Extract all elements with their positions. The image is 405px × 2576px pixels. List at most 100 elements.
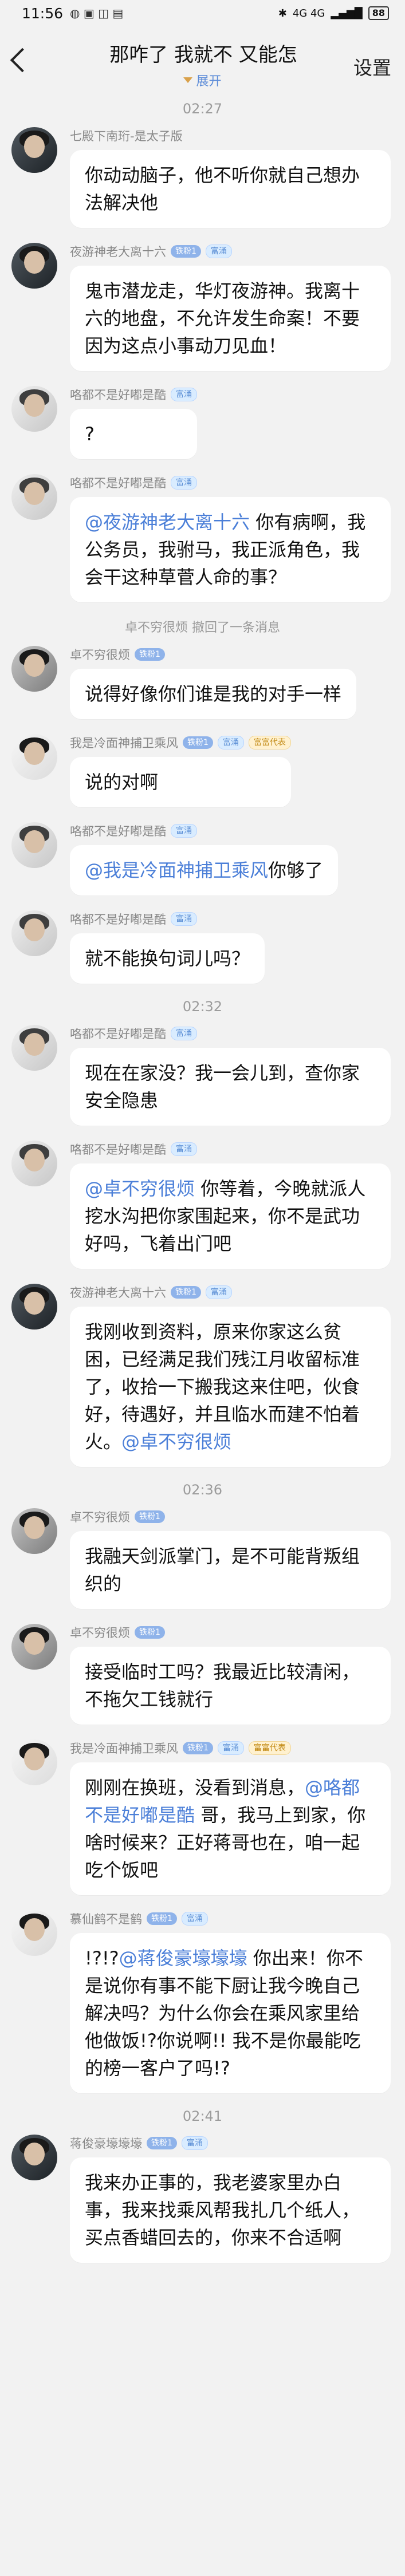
message-meta: 夜游神老大离十六 铁粉1 富涌 <box>70 243 391 260</box>
sender-name[interactable]: 卓不穷很烦 <box>70 1508 130 1525</box>
sender-name[interactable]: 卓不穷很烦 <box>70 646 130 663</box>
sender-name[interactable]: 咯都不是好嘟是酷 <box>70 1025 166 1042</box>
message-bubble[interactable]: ? <box>70 409 197 459</box>
sender-name[interactable]: 卓不穷很烦 <box>70 1624 130 1641</box>
sender-name[interactable]: 咯都不是好嘟是酷 <box>70 474 166 491</box>
message-content: 我是冷面神捕卫乘风 铁粉1 富涌 富富代表 说的对啊 <box>70 734 291 807</box>
member-badge: 富涌 <box>171 476 197 490</box>
avatar[interactable] <box>11 646 57 692</box>
message-content: 咯都不是好嘟是酷 富涌 @卓不穷很烦 你等着，今晚就派人挖水沟把你家围起来，你不是武… <box>70 1141 391 1269</box>
time-divider: 02:27 <box>182 101 223 117</box>
battery-indicator: 88 <box>368 6 389 20</box>
message-bubble[interactable]: @夜游神老大离十六 你有病啊，我公务员，我驸马，我正派角色，我会干这种草菅人命的… <box>70 497 391 602</box>
member-badge: 富涌 <box>181 2136 208 2150</box>
mention-link[interactable]: @我是冷面神捕卫乘风 <box>85 859 268 881</box>
avatar[interactable] <box>11 1025 57 1071</box>
message-text-prefix: !?!? <box>85 1947 119 1969</box>
message-content: 七殿下南珩-是太子版你动动脑子，他不听你就自己想办法解决他 <box>70 127 391 228</box>
status-time: 11:56 <box>22 5 64 22</box>
status-bar: 11:56 ◍ ▣ ◫ ▤ ✱ 4G 4G ▂▄▆█ 88 <box>0 0 405 26</box>
sender-name[interactable]: 夜游神老大离十六 <box>70 1284 166 1301</box>
message-meta: 蒋俊豪壕壕壕 铁粉1 富涌 <box>70 2135 391 2152</box>
message-bubble[interactable]: 你动动脑子，他不听你就自己想办法解决他 <box>70 150 391 228</box>
settings-button[interactable]: 设置 <box>353 53 391 80</box>
message-bubble[interactable]: 说得好像你们谁是我的对手一样 <box>70 669 357 719</box>
message-bubble[interactable]: @我是冷面神捕卫乘风你够了 <box>70 845 339 896</box>
avatar[interactable] <box>11 1624 57 1670</box>
message-content: 我是冷面神捕卫乘风 铁粉1 富涌 富富代表刚刚在换班，没看到消息，@咯都不是好嘟是酷 … <box>70 1739 391 1895</box>
message-content: 卓不穷很烦 铁粉1 说得好像你们谁是我的对手一样 <box>70 646 357 719</box>
avatar[interactable] <box>11 822 57 868</box>
message-meta: 我是冷面神捕卫乘风 铁粉1 富涌 富富代表 <box>70 1739 391 1757</box>
mention-link[interactable]: @夜游神老大离十六 <box>85 511 250 533</box>
member-badge: 富涌 <box>171 1027 197 1040</box>
member-badge: 富涌 <box>217 736 244 749</box>
member-badge: 富涌 <box>217 1741 244 1755</box>
chat-title: 那咋了 我就不 又能怎 <box>109 44 297 66</box>
message-bubble[interactable]: 现在在家没？我一会儿到，查你家安全隐患 <box>70 1048 391 1126</box>
back-icon[interactable] <box>10 48 35 73</box>
avatar[interactable] <box>11 2135 57 2180</box>
sender-name[interactable]: 我是冷面神捕卫乘风 <box>70 1739 178 1757</box>
avatar[interactable] <box>11 474 57 520</box>
member-badge: 富涌 <box>205 1285 232 1299</box>
message-content: 夜游神老大离十六 铁粉1 富涌 我刚收到资料，原来你家这么贫困，已经满足我们残江月收留… <box>70 1284 391 1467</box>
member-badge: 铁粉1 <box>147 1912 177 1925</box>
message-row: 卓不穷很烦 铁粉1 接受临时工吗？我最近比较清闲，不拖欠工钱就行 <box>0 1624 405 1725</box>
message-bubble[interactable]: 鬼市潜龙走，华灯夜游神。我离十六的地盘，不允许发生命案！不要因为这点小事动刀见血… <box>70 266 391 371</box>
message-bubble[interactable]: 接受临时工吗？我最近比较清闲，不拖欠工钱就行 <box>70 1647 391 1725</box>
sender-name[interactable]: 蒋俊豪壕壕壕 <box>70 2135 142 2152</box>
avatar[interactable] <box>11 734 57 780</box>
avatar[interactable] <box>11 243 57 289</box>
sender-name[interactable]: 咯都不是好嘟是酷 <box>70 822 166 839</box>
time-divider: 02:41 <box>182 2108 223 2124</box>
member-badge: 富涌 <box>205 244 232 258</box>
message-text: 就不能换句词儿吗？ <box>85 948 250 969</box>
avatar[interactable] <box>11 127 57 173</box>
avatar[interactable] <box>11 1508 57 1554</box>
avatar[interactable] <box>11 1910 57 1956</box>
message-meta: 咯都不是好嘟是酷 富涌 <box>70 1141 391 1158</box>
avatar[interactable] <box>11 1739 57 1785</box>
message-content: 咯都不是好嘟是酷 富涌? <box>70 386 197 459</box>
message-bubble[interactable]: 刚刚在换班，没看到消息，@咯都不是好嘟是酷 哥，我马上到家，你啥时候来？正好蒋哥… <box>70 1762 391 1895</box>
message-bubble[interactable]: 我刚收到资料，原来你家这么贫困，已经满足我们残江月收留标准了，收拾一下搬我这来住… <box>70 1307 391 1467</box>
member-badge: 富涌 <box>181 1912 208 1926</box>
message-timeline: 02:27 七殿下南珩-是太子版你动动脑子，他不听你就自己想办法解决他夜游神老大离… <box>0 95 405 2278</box>
mention-link[interactable]: @蒋俊豪壕壕壕 <box>119 1947 247 1969</box>
member-badge: 富富代表 <box>248 1741 291 1755</box>
avatar[interactable] <box>11 386 57 432</box>
sender-name[interactable]: 七殿下南珩-是太子版 <box>70 127 183 144</box>
sender-name[interactable]: 咯都不是好嘟是酷 <box>70 910 166 928</box>
avatar[interactable] <box>11 1141 57 1186</box>
mention-link[interactable]: @卓不穷很烦 <box>121 1431 231 1453</box>
avatar[interactable] <box>11 1284 57 1330</box>
message-row: 卓不穷很烦 铁粉1 我融天剑派掌门，是不可能背叛组织的 <box>0 1508 405 1609</box>
message-meta: 咯都不是好嘟是酷 富涌 <box>70 822 338 839</box>
sender-name[interactable]: 我是冷面神捕卫乘风 <box>70 734 178 751</box>
bluetooth-icon: ✱ <box>278 7 287 19</box>
message-meta: 慕仙鹤不是鹤 铁粉1 富涌 <box>70 1910 391 1927</box>
sender-name[interactable]: 慕仙鹤不是鹤 <box>70 1910 142 1927</box>
expand-toggle[interactable]: 展开 <box>0 71 405 89</box>
member-badge: 富涌 <box>171 1142 197 1156</box>
sender-name[interactable]: 咯都不是好嘟是酷 <box>70 386 166 403</box>
mention-link[interactable]: @卓不穷很烦 <box>85 1178 195 1200</box>
message-text: 说得好像你们谁是我的对手一样 <box>85 683 342 705</box>
message-row: 我是冷面神捕卫乘风 铁粉1 富涌 富富代表 说的对啊 <box>0 734 405 807</box>
sender-name[interactable]: 夜游神老大离十六 <box>70 243 166 260</box>
time-divider: 02:36 <box>182 1482 223 1498</box>
message-bubble[interactable]: 说的对啊 <box>70 757 291 807</box>
message-bubble[interactable]: 我来办正事的，我老婆家里办白事，我来找乘风帮我扎几个纸人，买点香蜡回去的，你来不… <box>70 2157 391 2263</box>
message-content: 卓不穷很烦 铁粉1 我融天剑派掌门，是不可能背叛组织的 <box>70 1508 391 1609</box>
message-bubble[interactable]: 我融天剑派掌门，是不可能背叛组织的 <box>70 1531 391 1609</box>
chat-header: 那咋了 我就不 又能怎 展开 设置 <box>0 26 405 95</box>
message-text: 我来办正事的，我老婆家里办白事，我来找乘风帮我扎几个纸人，买点香蜡回去的，你来不… <box>85 2172 360 2248</box>
message-bubble[interactable]: !?!?@蒋俊豪壕壕壕 你出来！你不是说你有事不能下厨让我今晚自己解决吗？为什么… <box>70 1933 391 2093</box>
message-bubble[interactable]: 就不能换句词儿吗？ <box>70 933 265 984</box>
message-bubble[interactable]: @卓不穷很烦 你等着，今晚就派人挖水沟把你家围起来，你不是武功好吗，飞着出门吧 <box>70 1163 391 1269</box>
sender-name[interactable]: 咯都不是好嘟是酷 <box>70 1141 166 1158</box>
message-row: 我是冷面神捕卫乘风 铁粉1 富涌 富富代表刚刚在换班，没看到消息，@咯都不是好嘟是酷 … <box>0 1739 405 1895</box>
message-text: 鬼市潜龙走，华灯夜游神。我离十六的地盘，不允许发生命案！不要因为这点小事动刀见血… <box>85 280 360 357</box>
avatar[interactable] <box>11 910 57 956</box>
